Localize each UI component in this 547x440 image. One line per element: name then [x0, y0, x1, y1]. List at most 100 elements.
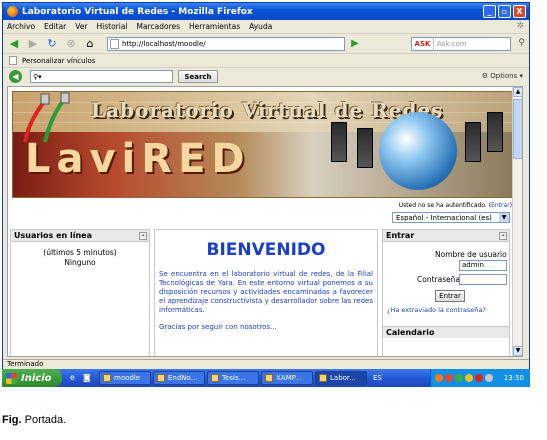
windows-flag-icon [6, 372, 17, 384]
quick-launch: e ◙ [70, 373, 93, 383]
start-label: Inicio [21, 372, 52, 384]
auth-text: Usted no se ha autentificado. ( [398, 202, 492, 209]
tray-icon[interactable] [465, 374, 473, 382]
task-moodle[interactable]: moodle [99, 371, 151, 385]
minimize-button[interactable]: _ [483, 5, 496, 18]
task-endnote[interactable]: EndNo... [153, 371, 205, 385]
toolbar-options-button[interactable]: ⚙ Options ▾ [482, 72, 523, 80]
password-field[interactable] [459, 274, 507, 285]
start-button[interactable]: Inicio [2, 369, 62, 387]
firefox-task-icon [319, 374, 327, 382]
quicklaunch-ie-icon[interactable]: e [70, 373, 80, 383]
close-button[interactable]: X [513, 5, 526, 18]
language-selected: Español - Internacional (es) [396, 213, 492, 222]
menu-ayuda[interactable]: Ayuda [249, 22, 272, 31]
scroll-down-icon[interactable]: ▼ [513, 346, 522, 356]
welcome-block: BIENVENIDO Se encuentra en el laboratori… [154, 229, 378, 356]
server-icon [357, 128, 373, 168]
lost-password-link[interactable]: ¿Ha extraviado la contraseña? [387, 306, 486, 314]
window-controls: _ ▫ X [483, 5, 526, 18]
menu-ver[interactable]: Ver [75, 22, 87, 31]
window-title: Laboratorio Virtual de Redes - Mozilla F… [22, 6, 253, 17]
toolbar-options-label: Options [490, 72, 518, 80]
online-users-block: Usuarios en línea – (últimos 5 minutos) … [10, 229, 150, 356]
scroll-thumb[interactable] [513, 99, 522, 159]
login-link[interactable]: Entrar [491, 202, 510, 209]
task-tesis-label: Tesis... [222, 374, 246, 382]
quicklaunch-desktop-icon[interactable]: ◙ [83, 373, 93, 383]
magnifier-icon[interactable]: ⚲ [518, 38, 525, 48]
login-header: Entrar – [383, 230, 509, 242]
toolbar-search-button[interactable]: Search [178, 70, 218, 83]
toolbar-search-input[interactable]: ⚲▾ [30, 70, 173, 83]
banner-logo-text: LaviRED [25, 136, 251, 182]
stop-icon[interactable]: ⊗ [63, 36, 79, 52]
bookmark-page-icon [9, 56, 17, 65]
language-select[interactable]: Español - Internacional (es) ▼ [392, 212, 510, 223]
scroll-up-icon[interactable]: ▲ [513, 87, 522, 97]
task-tesis[interactable]: Tesis... [207, 371, 259, 385]
tray-icon[interactable] [455, 374, 463, 382]
endnote-icon [157, 374, 165, 382]
collapse-block-icon[interactable]: – [139, 232, 147, 240]
server-icon [331, 122, 347, 162]
ask-toolbar: ◀ ⚲▾ Search ⚙ Options ▾ [3, 67, 529, 85]
task-xampp[interactable]: XAMP... [261, 371, 313, 385]
task-laboratorio[interactable]: Labor... [315, 371, 367, 385]
menu-historial[interactable]: Historial [97, 22, 128, 31]
throbber-icon: ✲ [516, 21, 524, 31]
word-icon [211, 374, 219, 382]
tray-icon[interactable] [435, 374, 443, 382]
collapse-block-icon[interactable]: – [499, 232, 507, 240]
caption-text: Portada. [21, 414, 67, 426]
windows-taskbar: Inicio e ◙ moodle EndNo... Tesis... XAMP… [2, 369, 530, 387]
lavired-banner: Laboratorio Virtual de Redes LaviRED [12, 91, 513, 198]
system-tray: 13:50 [430, 369, 530, 387]
back-arrow-icon[interactable]: ◀ [6, 36, 22, 52]
title-bar: Laboratorio Virtual de Redes - Mozilla F… [3, 3, 529, 20]
search-placeholder: Ask.com [437, 40, 467, 48]
tray-icon[interactable] [445, 374, 453, 382]
firefox-icon [7, 6, 18, 17]
tray-icon[interactable] [475, 374, 483, 382]
reload-icon[interactable]: ↻ [44, 36, 60, 52]
menu-herramientas[interactable]: Herramientas [189, 22, 240, 31]
vertical-scrollbar[interactable]: ▲ ▼ [512, 87, 522, 356]
page-icon [110, 38, 119, 49]
task-moodle-label: moodle [114, 374, 141, 382]
clock: 13:50 [503, 374, 524, 382]
username-field[interactable]: admin [459, 260, 507, 271]
go-arrow-icon[interactable]: ▶ [348, 37, 362, 51]
chevron-down-icon[interactable]: ▼ [499, 213, 509, 222]
tray-icon[interactable] [485, 374, 493, 382]
url-bar[interactable]: http://localhost/moodle/ [107, 36, 345, 51]
online-users-none: Ninguno [64, 258, 96, 267]
maximize-button[interactable]: ▫ [498, 5, 511, 18]
welcome-thanks: Gracias por seguir con nosotros... [159, 323, 277, 331]
password-label: Contraseña [417, 275, 461, 284]
menu-marcadores[interactable]: Marcadores [137, 22, 181, 31]
login-submit-button[interactable]: Entrar [435, 290, 465, 302]
auth-status: Usted no se ha autentificado. (Entrar) [399, 202, 512, 209]
forward-arrow-icon[interactable]: ▶ [25, 36, 41, 52]
menu-archivo[interactable]: Archivo [7, 22, 35, 31]
toolbar-back-icon[interactable]: ◀ [9, 70, 22, 83]
menu-editar[interactable]: Editar [44, 22, 66, 31]
home-icon[interactable]: ⌂ [82, 36, 98, 52]
banner-title: Laboratorio Virtual de Redes [91, 98, 444, 122]
folder-icon [103, 374, 111, 382]
language-indicator[interactable]: ES [373, 374, 382, 382]
search-bar[interactable]: ASK Ask.com [411, 37, 511, 51]
login-title: Entrar [386, 231, 415, 240]
welcome-heading: BIENVENIDO [206, 240, 326, 260]
firefox-window: Laboratorio Virtual de Redes - Mozilla F… [2, 2, 530, 370]
search-engine-icon[interactable]: ASK [412, 38, 434, 50]
page-viewport: Laboratorio Virtual de Redes LaviRED Ust… [7, 86, 523, 357]
navigation-toolbar: ◀ ▶ ↻ ⊗ ⌂ http://localhost/moodle/ ▶ ASK… [3, 33, 529, 53]
login-block: Entrar – Nombre de usuario admin Contras… [382, 229, 510, 356]
caption-label: Fig. [2, 414, 22, 426]
url-text: http://localhost/moodle/ [122, 39, 206, 48]
network-cables-icon [23, 92, 70, 142]
online-users-body: (últimos 5 minutos) Ninguno [11, 242, 149, 268]
bookmark-personalizar[interactable]: Personalizar vínculos [22, 57, 95, 65]
